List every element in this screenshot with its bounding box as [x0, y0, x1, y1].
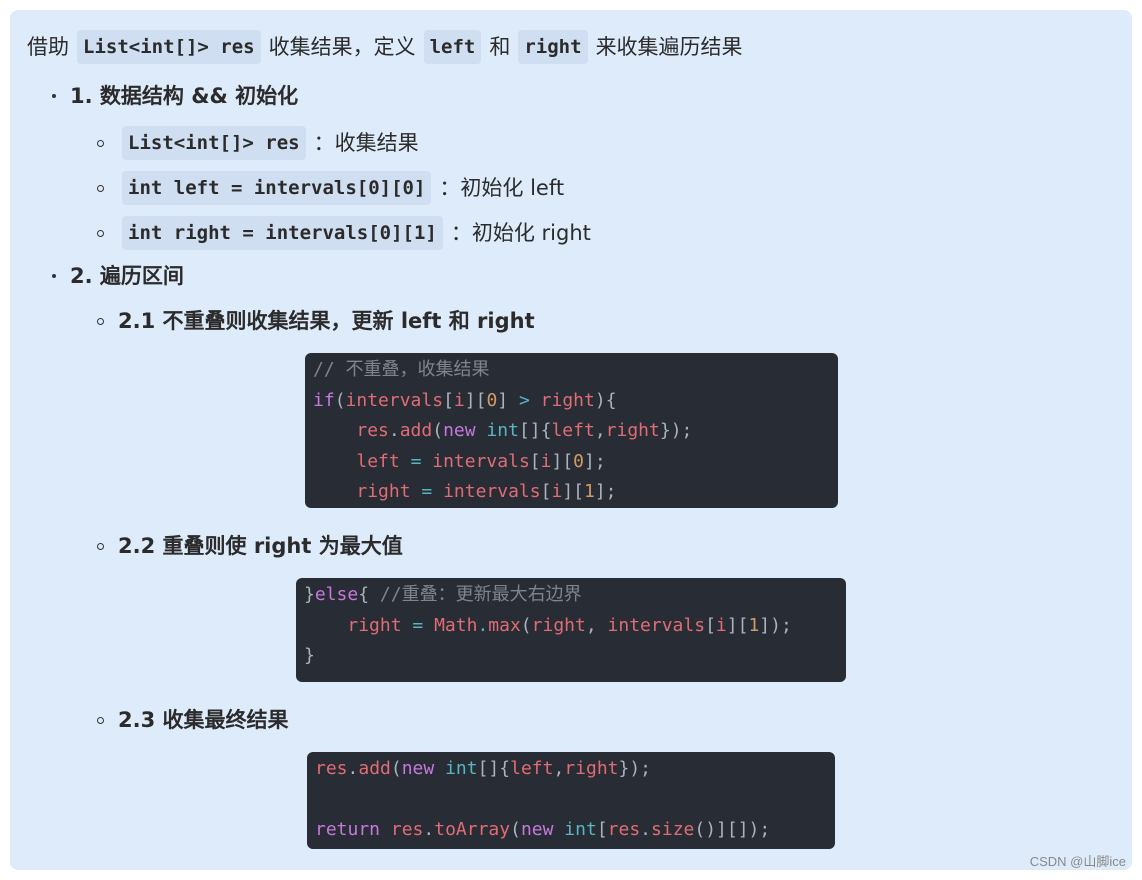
- list-item: int right = intervals[0][1] ：初始化 right: [97, 216, 591, 250]
- code-line: res.add(new int[]{left,right});: [315, 758, 652, 779]
- subsection-title: 2.2 重叠则使 right 为最大值: [118, 534, 403, 558]
- subsection-2-1-heading: 2.1 不重叠则收集结果，更新 left 和 right: [97, 306, 535, 336]
- code-block-2-3: res.add(new int[]{left,right}); return r…: [307, 752, 835, 849]
- code-line: }else{ //重叠：更新最大右边界: [304, 584, 582, 605]
- section1-title: 1. 数据结构 && 初始化: [70, 84, 299, 108]
- section2-heading: 2. 遍历区间: [52, 261, 184, 291]
- code-comment: // 不重叠，收集结果: [313, 359, 490, 380]
- inline-code-left: left: [423, 30, 482, 64]
- item-desc: ：收集结果: [313, 131, 419, 155]
- intro-mid1: 收集结果，定义: [268, 35, 416, 59]
- code-line: return res.toArray(new int[res.size()][]…: [315, 819, 771, 840]
- intro-prefix: 借助: [27, 35, 69, 59]
- code-block-2-1: // 不重叠，收集结果 if(intervals[i][0] > right){…: [305, 353, 838, 508]
- intro-mid2: 和: [489, 35, 511, 59]
- code-block-2-2: }else{ //重叠：更新最大右边界 right = Math.max(rig…: [296, 578, 846, 682]
- circle-bullet-icon: [97, 184, 104, 192]
- item-desc: ：初始化 right: [450, 221, 591, 245]
- code-line: if(intervals[i][0] > right){: [313, 389, 617, 411]
- subsection-title: 2.3 收集最终结果: [118, 708, 289, 732]
- list-item: int left = intervals[0][0] ：初始化 left: [97, 171, 564, 205]
- bullet-icon: [52, 94, 56, 98]
- inline-code-res: List<int[]> res: [77, 30, 261, 64]
- code-line: right = Math.max(right, intervals[i][1])…: [347, 614, 792, 636]
- code-line: }: [304, 645, 315, 666]
- inline-code: int left = intervals[0][0]: [122, 171, 432, 205]
- inline-code: int right = intervals[0][1]: [122, 216, 443, 250]
- subsection-2-3-heading: 2.3 收集最终结果: [97, 705, 289, 735]
- circle-bullet-icon: [97, 317, 104, 325]
- intro-line: 借助 List<int[]> res 收集结果，定义 left 和 right …: [27, 30, 743, 64]
- inline-code: List<int[]> res: [122, 126, 306, 160]
- section1-heading: 1. 数据结构 && 初始化: [52, 81, 298, 111]
- watermark: CSDN @山脚ice: [1029, 854, 1126, 869]
- code-line: left = intervals[i][0];: [356, 450, 606, 472]
- section2-title: 2. 遍历区间: [70, 264, 184, 288]
- intro-suffix: 来收集遍历结果: [595, 35, 743, 59]
- code-line: res.add(new int[]{left,right});: [356, 420, 693, 441]
- inline-code-right: right: [518, 30, 588, 64]
- subsection-title: 2.1 不重叠则收集结果，更新 left 和 right: [118, 309, 535, 333]
- circle-bullet-icon: [97, 139, 104, 147]
- code-line: // 不重叠，收集结果: [313, 355, 830, 386]
- bullet-icon: [52, 274, 56, 278]
- circle-bullet-icon: [97, 716, 104, 724]
- list-item: List<int[]> res ：收集结果: [97, 126, 419, 160]
- subsection-2-2-heading: 2.2 重叠则使 right 为最大值: [97, 531, 403, 561]
- item-desc: ：初始化 left: [439, 176, 565, 200]
- circle-bullet-icon: [97, 229, 104, 237]
- circle-bullet-icon: [97, 542, 104, 550]
- code-line: right = intervals[i][1];: [356, 481, 617, 502]
